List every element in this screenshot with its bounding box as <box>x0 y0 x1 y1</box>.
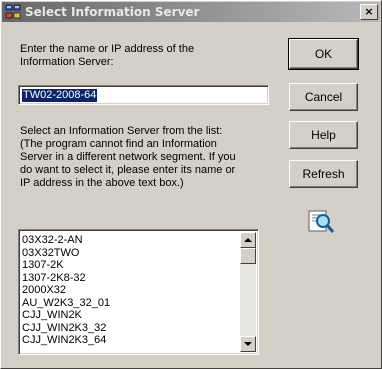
chevron-up-icon <box>244 238 252 242</box>
list-item[interactable]: CJJ_WIN2K3_64 <box>22 334 232 347</box>
scroll-down-button[interactable] <box>240 336 256 352</box>
chevron-down-icon <box>244 342 252 346</box>
server-list-scrollbar[interactable] <box>240 232 256 352</box>
window-title: Select Information Server <box>25 5 200 19</box>
server-name-input[interactable]: TW02-2008-64 <box>18 85 269 105</box>
list-item[interactable]: 03X32TWO <box>22 247 232 260</box>
list-item[interactable]: 1307-2K8-32 <box>22 272 232 285</box>
scroll-up-button[interactable] <box>240 232 256 248</box>
cancel-button[interactable]: Cancel <box>289 83 358 111</box>
list-item[interactable]: CJJ_WIN2K3_32 <box>22 322 232 335</box>
scroll-thumb[interactable] <box>240 248 256 264</box>
server-list-instructions: Select an Information Server from the li… <box>20 125 236 189</box>
help-button[interactable]: Help <box>289 121 358 149</box>
server-network-icon <box>5 4 21 20</box>
server-list-items: 03X32-2-AN 03X32TWO 1307-2K 1307-2K8-32 2000… <box>22 234 232 347</box>
close-button[interactable]: × <box>360 4 378 20</box>
list-item[interactable]: CJJ_WIN2K <box>22 309 232 322</box>
server-name-label: Enter the name or IP address of the Info… <box>20 43 195 68</box>
select-information-server-dialog: Select Information Server × Enter the na… <box>0 0 382 369</box>
magnifier-document-icon <box>306 207 336 237</box>
title-bar[interactable]: Select Information Server × <box>2 2 380 22</box>
refresh-button[interactable]: Refresh <box>289 160 358 188</box>
ok-button[interactable]: OK <box>288 38 359 70</box>
server-name-value: TW02-2008-64 <box>22 89 98 102</box>
list-item[interactable]: 1307-2K <box>22 259 232 272</box>
server-list[interactable]: 03X32-2-AN 03X32TWO 1307-2K 1307-2K8-32 2000… <box>18 229 259 355</box>
list-item[interactable]: 2000X32 <box>22 284 232 297</box>
list-item[interactable]: AU_W2K3_32_01 <box>22 297 232 310</box>
list-item[interactable]: 03X32-2-AN <box>22 234 232 247</box>
